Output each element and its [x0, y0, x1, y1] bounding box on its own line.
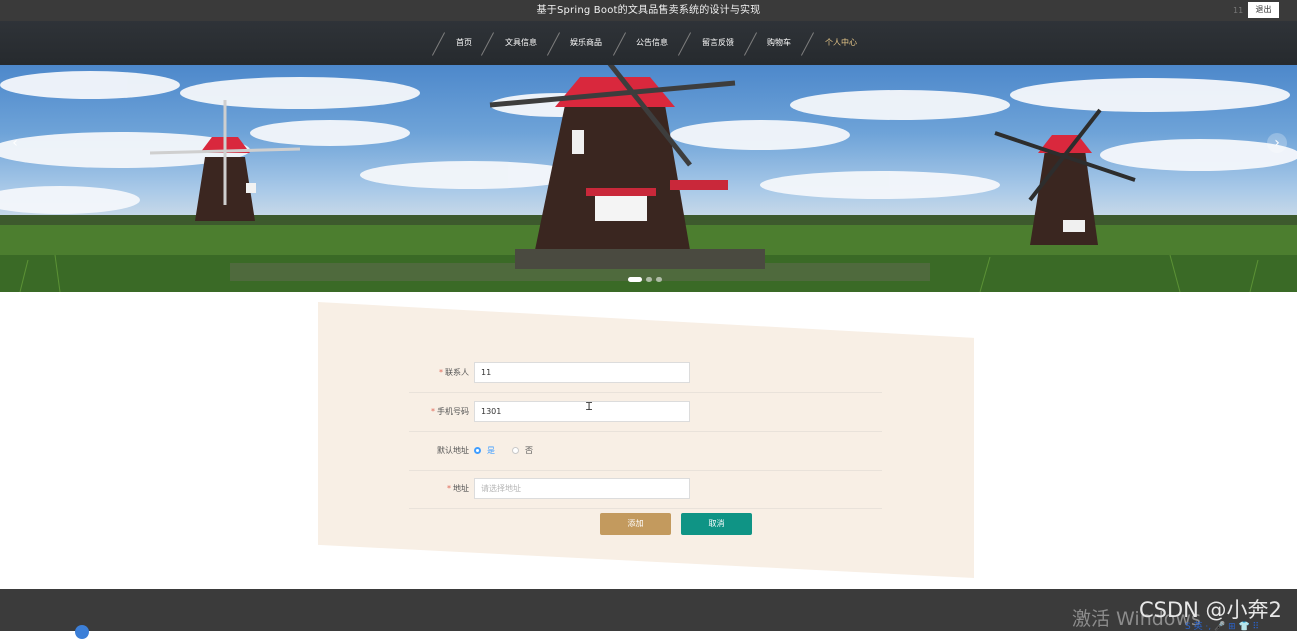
- nav-separator: [800, 32, 815, 56]
- address-label: * 地址: [447, 484, 469, 493]
- default-yes-radio[interactable]: [474, 447, 481, 454]
- footer-logo-icon: [75, 625, 89, 639]
- default-no-label[interactable]: 否: [525, 432, 533, 470]
- nav-separator: [743, 32, 758, 56]
- nav-item-entertainment[interactable]: 娱乐商品: [570, 21, 602, 65]
- nav-item-announcements[interactable]: 公告信息: [636, 21, 668, 65]
- address-row: * 地址: [409, 470, 882, 509]
- phone-label: * 手机号码: [431, 407, 469, 416]
- nav-item-profile[interactable]: 个人中心: [825, 21, 857, 65]
- carousel-dot-3[interactable]: [656, 277, 662, 282]
- contact-row: * 联系人: [409, 354, 882, 393]
- logout-button[interactable]: 退出: [1248, 2, 1279, 18]
- top-bar: 基于Spring Boot的文具品售卖系统的设计与实现 11 退出: [0, 0, 1297, 21]
- nav-item-home[interactable]: 首页: [456, 21, 472, 65]
- nav-item-stationery[interactable]: 文具信息: [505, 21, 537, 65]
- main-nav: 首页 文具信息 娱乐商品 公告信息 留言反馈 购物车 个人中心: [0, 21, 1297, 65]
- contact-input[interactable]: [474, 362, 690, 383]
- ime-toolbar[interactable]: S 英 ·, 🎤 ⊞ 👕 ⠿: [1185, 619, 1259, 632]
- username-label: 11: [1233, 6, 1244, 15]
- nav-item-feedback[interactable]: 留言反馈: [702, 21, 734, 65]
- contact-label: * 联系人: [439, 368, 469, 377]
- carousel-dot-2[interactable]: [646, 277, 652, 282]
- carousel-next-icon[interactable]: ›: [1267, 133, 1287, 153]
- text-cursor-icon: Ɪ: [586, 400, 593, 413]
- nav-separator: [612, 32, 627, 56]
- phone-input[interactable]: [474, 401, 690, 422]
- carousel-prev-icon[interactable]: ‹: [5, 133, 25, 153]
- nav-separator: [546, 32, 561, 56]
- default-address-row: 默认地址 是 否: [409, 432, 882, 471]
- nav-separator: [677, 32, 692, 56]
- nav-item-cart[interactable]: 购物车: [767, 21, 791, 65]
- cancel-button[interactable]: 取消: [681, 513, 752, 535]
- default-no-radio[interactable]: [512, 447, 519, 454]
- add-button[interactable]: 添加: [600, 513, 671, 535]
- nav-separator: [431, 32, 446, 56]
- default-yes-label[interactable]: 是: [487, 432, 495, 470]
- nav-separator: [480, 32, 495, 56]
- site-title: 基于Spring Boot的文具品售卖系统的设计与实现: [536, 5, 761, 16]
- banner-image: [0, 65, 1297, 292]
- phone-row: * 手机号码: [409, 393, 882, 432]
- default-address-label: 默认地址: [437, 446, 469, 455]
- banner-carousel[interactable]: ‹ ›: [0, 65, 1297, 292]
- carousel-dot-1[interactable]: [628, 277, 642, 282]
- address-input[interactable]: [474, 478, 690, 499]
